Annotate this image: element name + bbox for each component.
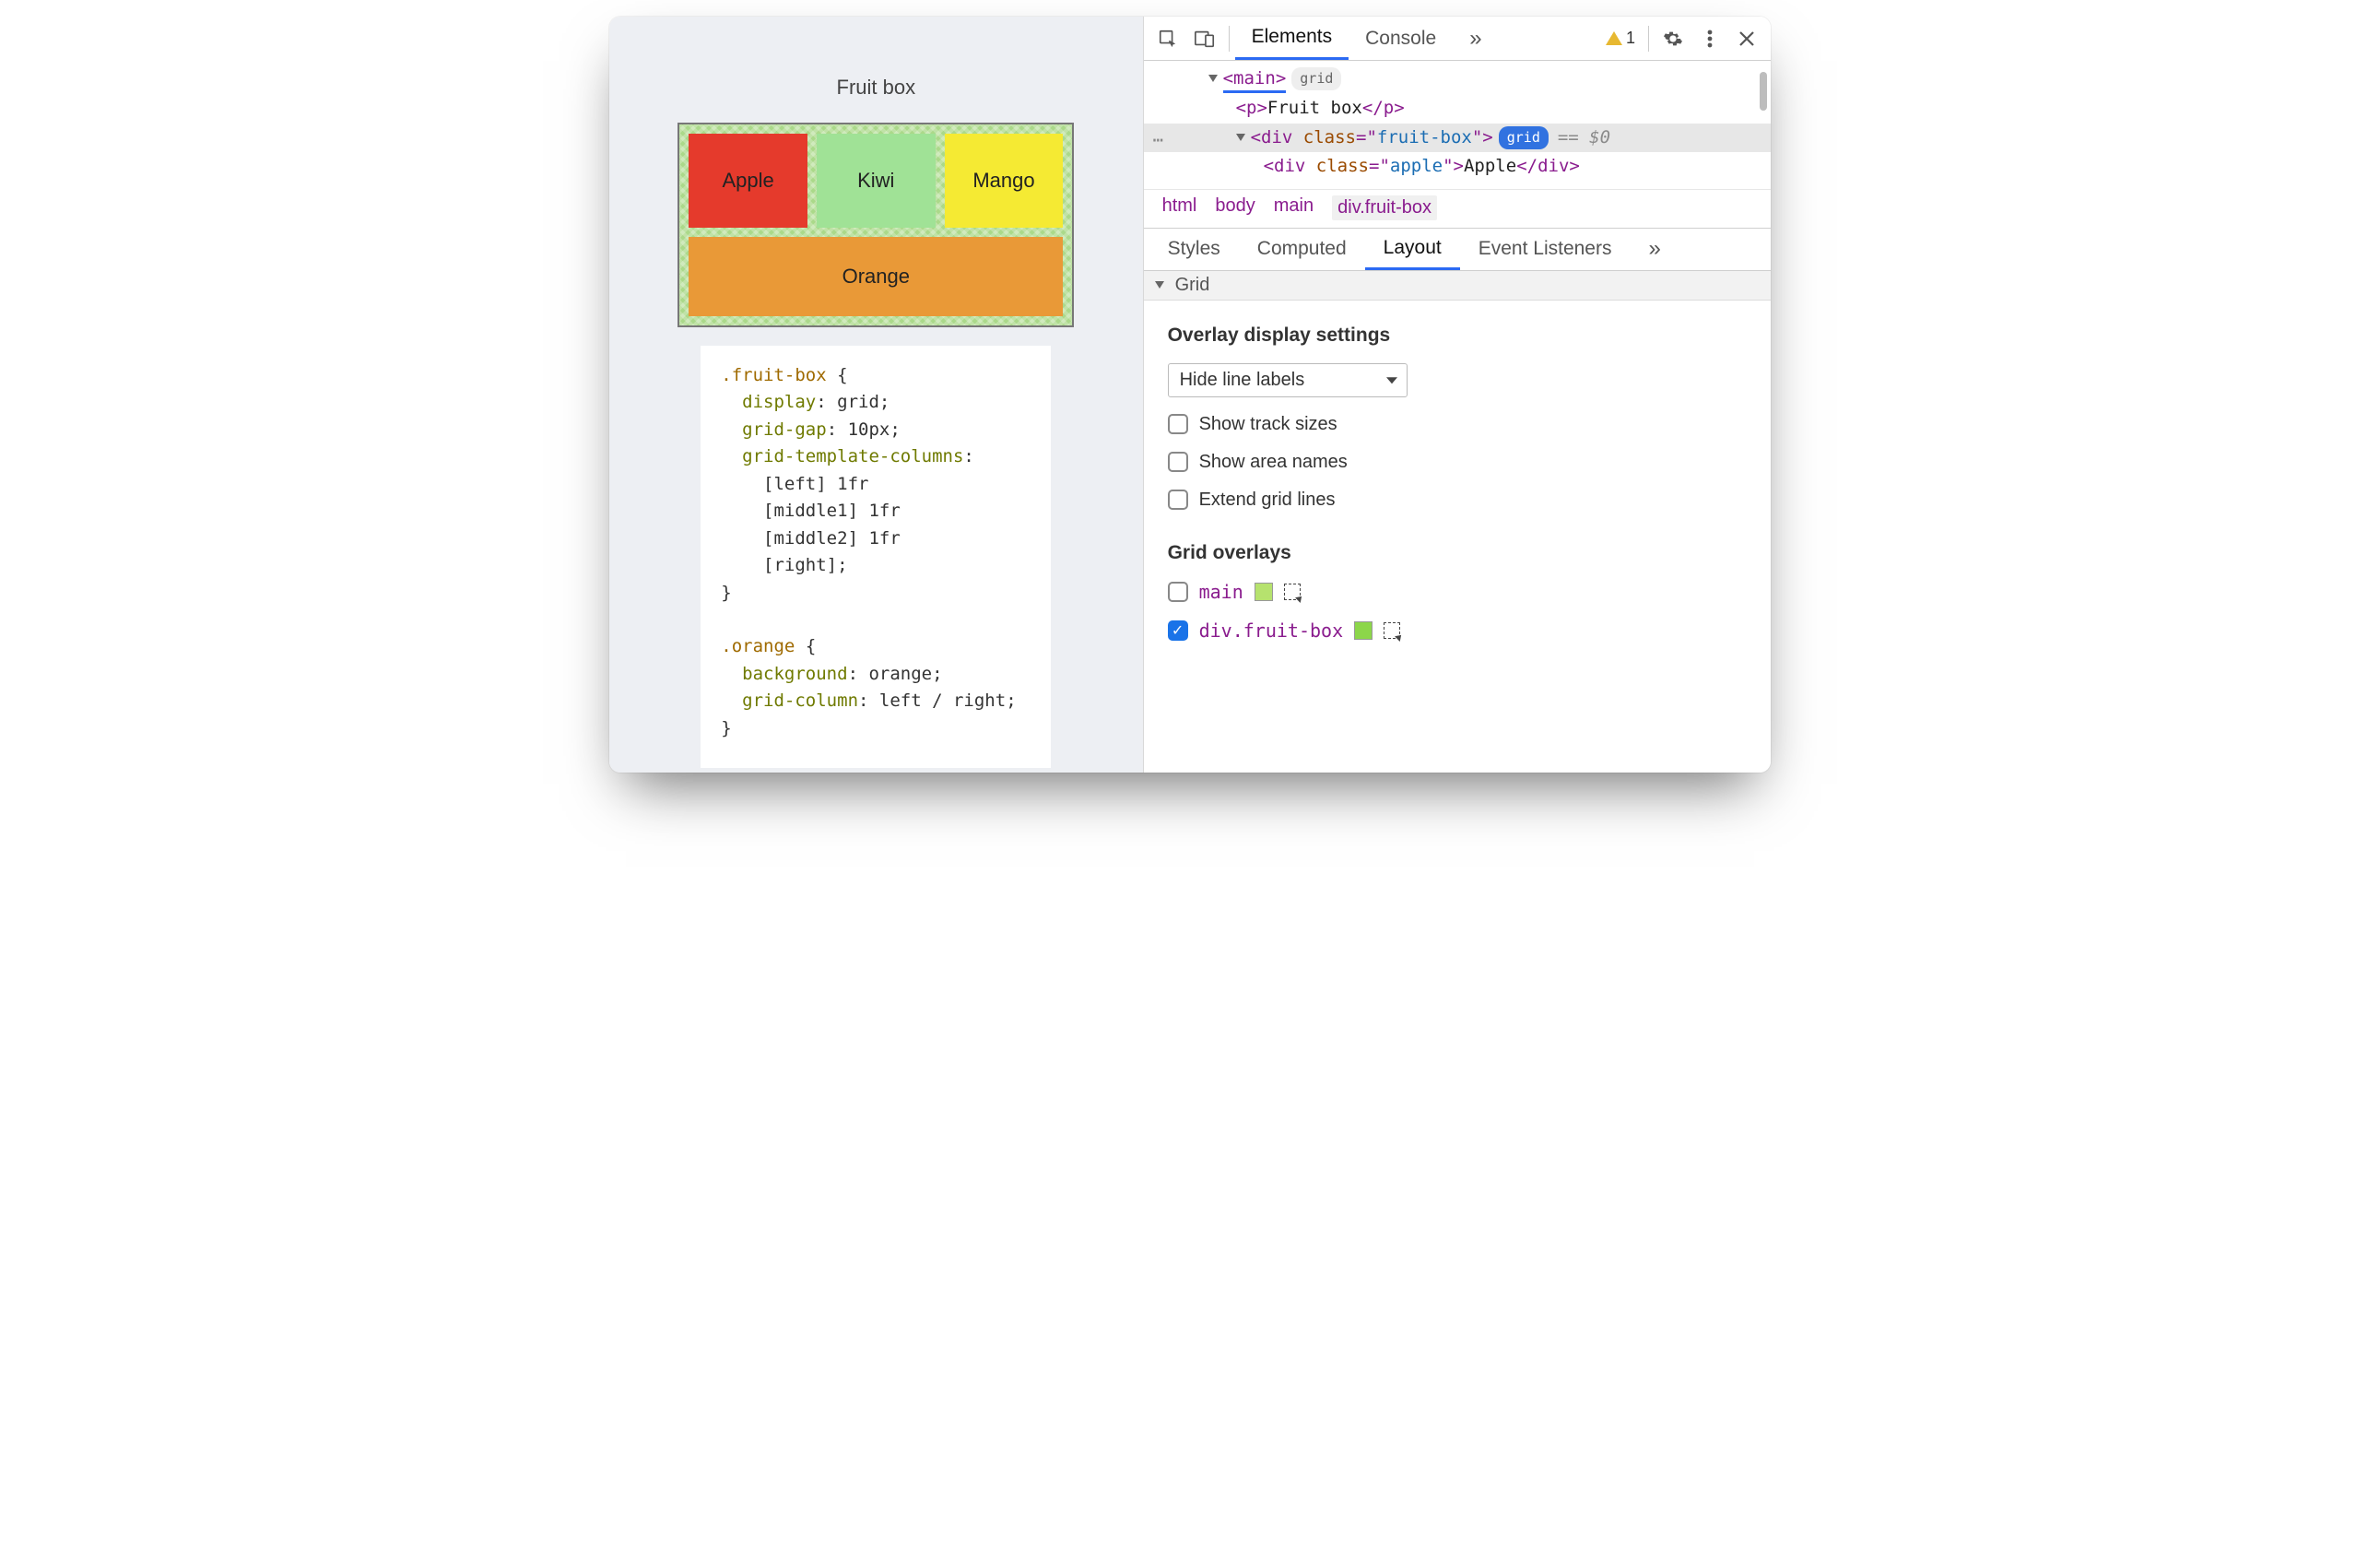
crumb-body[interactable]: body [1215, 195, 1255, 220]
devtools-pane: Elements Console » 1 <main>grid [1144, 17, 1771, 773]
subtab-computed[interactable]: Computed [1239, 229, 1365, 270]
devtools-top-tabs: Elements Console » [1235, 17, 1499, 60]
line-labels-value: Hide line labels [1180, 370, 1305, 390]
show-area-names-label: Show area names [1199, 452, 1348, 473]
overlay-fruit-row: ✓ div.fruit-box [1168, 620, 1747, 642]
tab-elements[interactable]: Elements [1235, 17, 1349, 60]
fruit-box-grid: Apple Kiwi Mango Orange [677, 123, 1074, 327]
warning-icon [1606, 31, 1622, 45]
demo-pane: Fruit box Apple Kiwi Mango Orange .fruit… [609, 17, 1144, 773]
overlay-main-selector[interactable]: main [1199, 581, 1243, 603]
reveal-in-dom-icon[interactable] [1384, 622, 1400, 639]
show-area-names-row: Show area names [1168, 452, 1747, 473]
warning-badge[interactable]: 1 [1598, 29, 1643, 48]
tab-console[interactable]: Console [1349, 17, 1453, 60]
crumb-main[interactable]: main [1274, 195, 1314, 220]
layout-grid-label: Grid [1175, 275, 1210, 296]
chevron-down-icon [1155, 281, 1164, 289]
subtab-more[interactable]: » [1630, 229, 1679, 270]
grid-cell-kiwi: Kiwi [817, 134, 936, 228]
overlay-fruit-color-swatch[interactable] [1354, 621, 1373, 640]
show-track-sizes-checkbox[interactable] [1168, 414, 1188, 434]
eq-dollar: == $0 [1558, 127, 1610, 148]
subtab-styles[interactable]: Styles [1149, 229, 1239, 270]
inspect-element-icon[interactable] [1149, 20, 1186, 57]
expand-toggle-icon[interactable] [1236, 134, 1245, 141]
crumb-fruit-box[interactable]: div.fruit-box [1332, 195, 1437, 220]
dom-tree[interactable]: <main>grid <p>Fruit box</p> ⋯ <div class… [1144, 61, 1771, 189]
styles-subtabs: Styles Computed Layout Event Listeners » [1144, 229, 1771, 271]
overlay-display-settings-heading: Overlay display settings [1168, 325, 1747, 347]
grid-cell-mango: Mango [945, 134, 1064, 228]
show-area-names-checkbox[interactable] [1168, 452, 1188, 472]
layout-grid-section-header[interactable]: Grid [1144, 271, 1771, 301]
dom-node-main[interactable]: <main>grid [1144, 65, 1771, 94]
app-window: Fruit box Apple Kiwi Mango Orange .fruit… [609, 17, 1771, 773]
dom-breadcrumb: html body main div.fruit-box [1144, 189, 1771, 229]
extend-grid-lines-checkbox[interactable] [1168, 490, 1188, 510]
grid-cell-apple: Apple [689, 134, 807, 228]
expand-toggle-icon[interactable] [1208, 75, 1218, 82]
dom-node-fruit-box[interactable]: ⋯ <div class="fruit-box">grid== $0 [1144, 124, 1771, 152]
show-track-sizes-row: Show track sizes [1168, 414, 1747, 435]
demo-title: Fruit box [837, 76, 916, 100]
reveal-in-dom-icon[interactable] [1284, 584, 1301, 600]
toolbar-separator [1648, 26, 1649, 52]
dom-node-apple[interactable]: <div class="apple">Apple</div> [1144, 152, 1771, 181]
dom-node-p[interactable]: <p>Fruit box</p> [1144, 94, 1771, 123]
subtab-event-listeners[interactable]: Event Listeners [1460, 229, 1631, 270]
grid-badge[interactable]: grid [1291, 67, 1341, 90]
tab-more[interactable]: » [1453, 17, 1498, 60]
show-track-sizes-label: Show track sizes [1199, 414, 1337, 435]
overlay-main-row: main [1168, 581, 1747, 603]
settings-icon[interactable] [1655, 20, 1691, 57]
warning-count: 1 [1626, 29, 1635, 48]
demo-css-code: .fruit-box { display: grid; grid-gap: 10… [701, 346, 1051, 768]
overlay-main-checkbox[interactable] [1168, 582, 1188, 602]
device-toolbar-icon[interactable] [1186, 20, 1223, 57]
grid-cell-orange: Orange [689, 237, 1063, 316]
subtab-layout[interactable]: Layout [1365, 229, 1460, 270]
row-actions-icon[interactable]: ⋯ [1153, 127, 1165, 154]
crumb-html[interactable]: html [1162, 195, 1197, 220]
close-icon[interactable] [1728, 20, 1765, 57]
devtools-toolbar: Elements Console » 1 [1144, 17, 1771, 61]
extend-grid-lines-row: Extend grid lines [1168, 490, 1747, 511]
grid-overlays-heading: Grid overlays [1168, 542, 1747, 564]
overlay-fruit-selector[interactable]: div.fruit-box [1199, 620, 1344, 642]
layout-panel: Overlay display settings Hide line label… [1144, 301, 1771, 658]
kebab-menu-icon[interactable] [1691, 20, 1728, 57]
extend-grid-lines-label: Extend grid lines [1199, 490, 1336, 511]
overlay-fruit-checkbox[interactable]: ✓ [1168, 620, 1188, 641]
toolbar-separator [1229, 26, 1230, 52]
line-labels-select[interactable]: Hide line labels [1168, 363, 1408, 397]
overlay-main-color-swatch[interactable] [1255, 583, 1273, 601]
grid-badge-active[interactable]: grid [1499, 126, 1549, 149]
dom-scrollbar[interactable] [1756, 61, 1771, 171]
